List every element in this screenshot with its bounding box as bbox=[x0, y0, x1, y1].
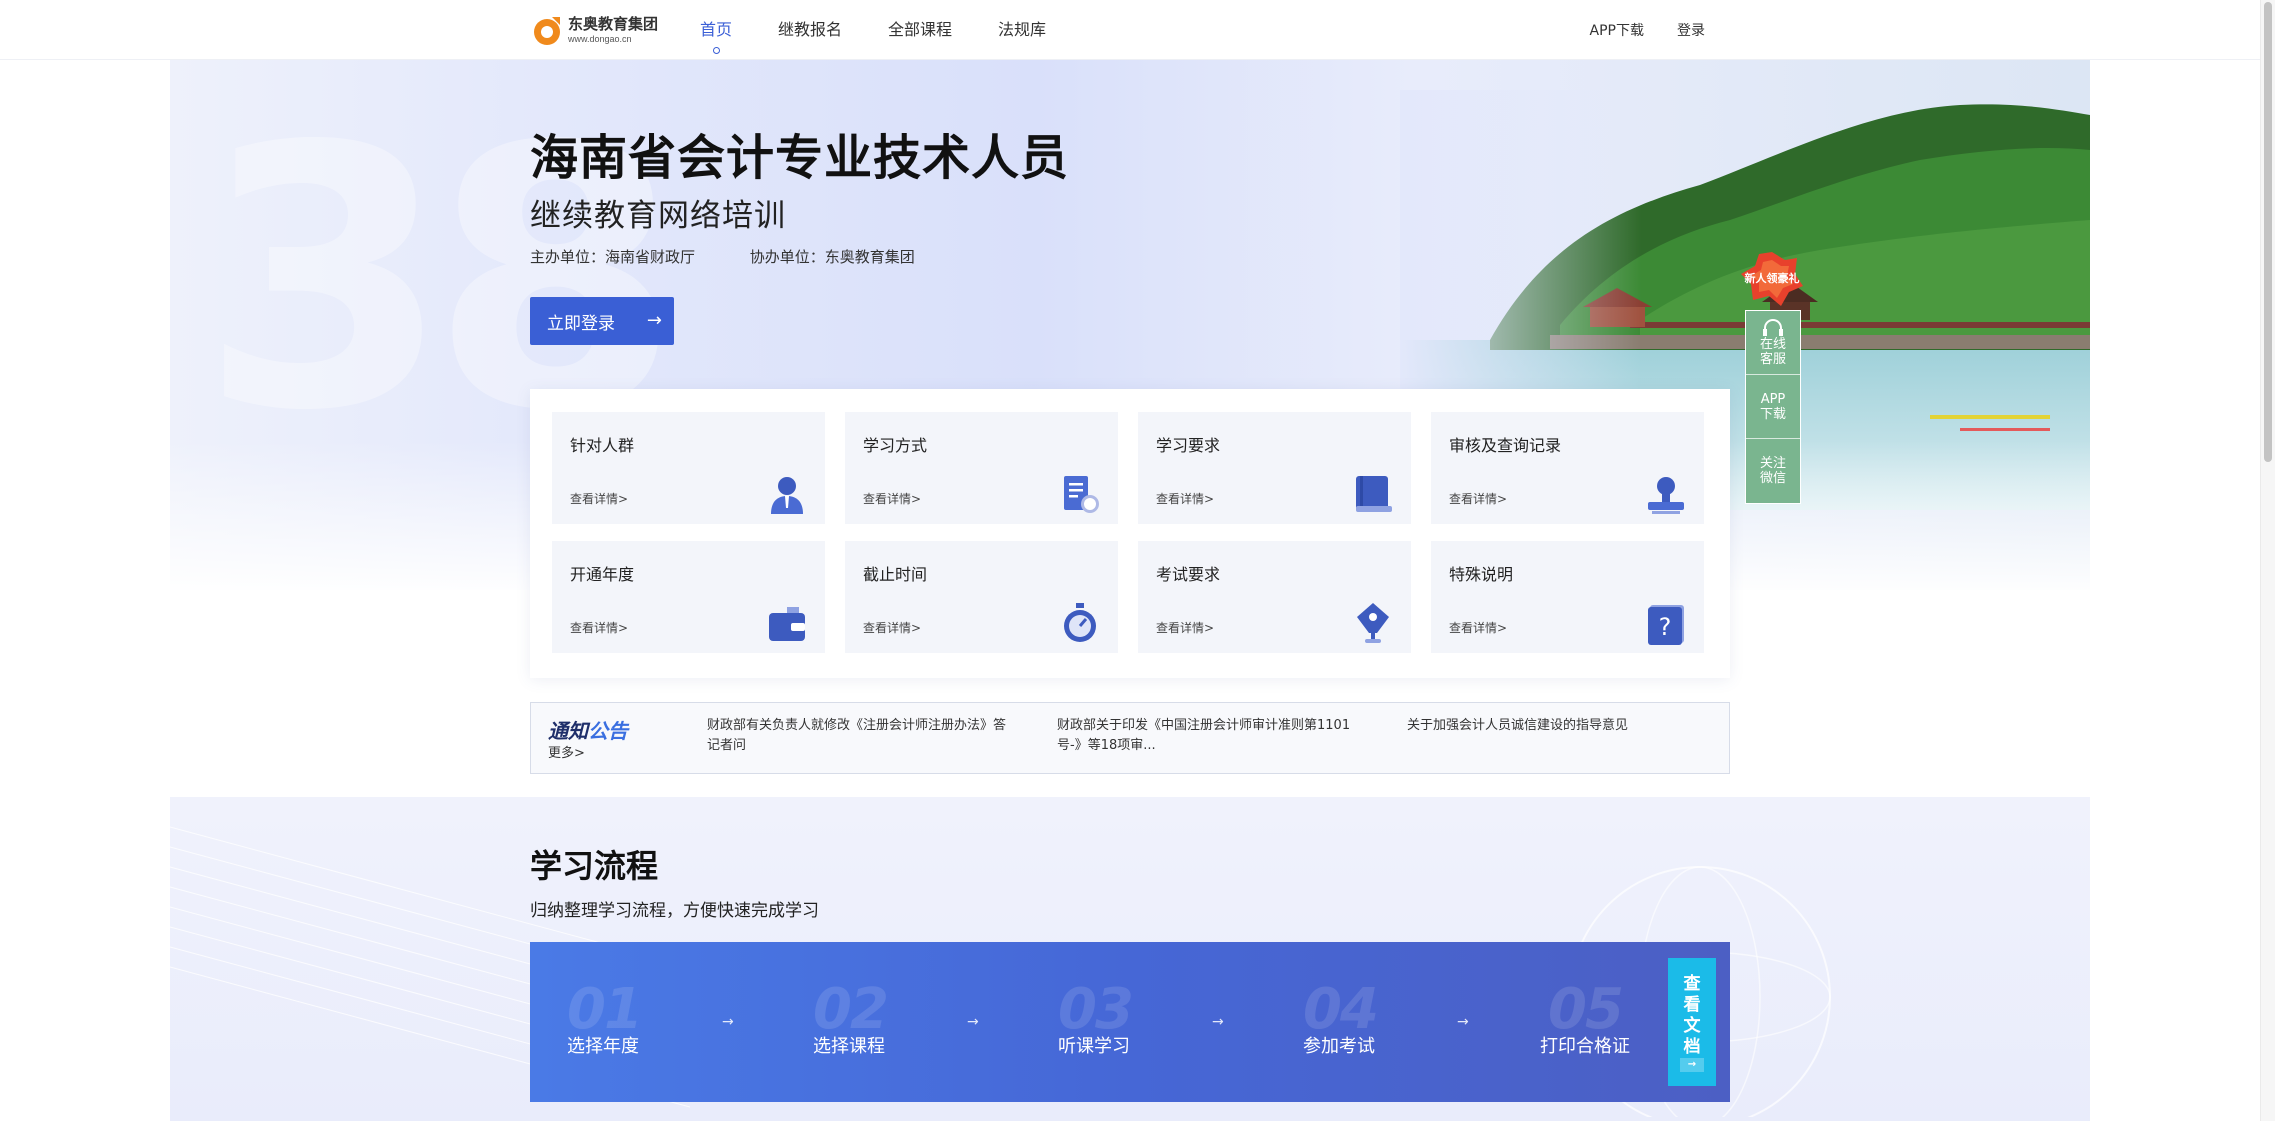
svg-text:?: ? bbox=[1659, 613, 1672, 641]
question-icon: ? bbox=[1648, 605, 1684, 645]
notice-bar: 通知公告 更多> 财政部有关负责人就修改《注册会计师注册办法》答记者问 财政部关… bbox=[530, 702, 1730, 774]
arrow-right-icon: → bbox=[646, 310, 662, 331]
learning-process-section: 学习流程 归纳整理学习流程，方便快速完成学习 01 选择年度 → 02 选择课程… bbox=[170, 797, 2090, 1121]
follow-wechat-button[interactable]: 关注 微信 bbox=[1746, 439, 1800, 503]
view-details-link[interactable]: 查看详情> bbox=[1156, 490, 1214, 507]
logo-url: www.dongao.cn bbox=[568, 33, 632, 44]
document-fee-icon bbox=[1064, 476, 1099, 513]
login-link[interactable]: 登录 bbox=[1677, 20, 1705, 40]
view-details-link[interactable]: 查看详情> bbox=[1449, 619, 1507, 636]
wallet-icon bbox=[769, 607, 805, 641]
headset-icon bbox=[1763, 318, 1783, 336]
tile-open-year[interactable]: 开通年度 查看详情> bbox=[552, 541, 825, 653]
step-select-course: 02 选择课程 bbox=[813, 977, 889, 1057]
gift-label: 新人领豪礼 bbox=[1745, 271, 1800, 285]
step-attend-class: 03 听课学习 bbox=[1058, 977, 1134, 1057]
stamp-icon bbox=[1648, 477, 1684, 514]
view-details-link[interactable]: 查看详情> bbox=[1156, 619, 1214, 636]
step-arrow-icon: → bbox=[722, 1014, 734, 1030]
person-group-icon bbox=[771, 477, 803, 514]
login-now-button[interactable]: 立即登录 → bbox=[530, 297, 674, 345]
cohost-org: 协办单位：东奥教育集团 bbox=[749, 248, 915, 266]
top-navbar: 东奥教育集团 www.dongao.cn 首页 继教报名 全部课程 法规库 AP… bbox=[0, 0, 2260, 60]
tile-target-audience[interactable]: 针对人群 查看详情> bbox=[552, 412, 825, 524]
notice-more-link[interactable]: 更多> bbox=[548, 742, 585, 761]
step-select-year: 01 选择年度 bbox=[567, 977, 643, 1057]
view-details-link[interactable]: 查看详情> bbox=[863, 619, 921, 636]
hero-title: 海南省会计专业技术人员 bbox=[530, 130, 1070, 186]
app-download-button[interactable]: APP 下载 bbox=[1746, 375, 1800, 439]
nav-regulations[interactable]: 法规库 bbox=[998, 0, 1046, 60]
process-steps-banner: 01 选择年度 → 02 选择课程 → 03 听课学习 → 04 参加考试 → … bbox=[530, 942, 1730, 1102]
step-arrow-icon: → bbox=[1212, 1014, 1224, 1030]
host-org: 主办单位：海南省财政厅 bbox=[530, 248, 696, 266]
step-take-exam: 04 参加考试 bbox=[1303, 977, 1379, 1057]
notice-item[interactable]: 关于加强会计人员诚信建设的指导意见 bbox=[1407, 716, 1707, 736]
step-arrow-icon: → bbox=[1457, 1014, 1469, 1030]
view-details-link[interactable]: 查看详情> bbox=[1449, 490, 1507, 507]
notice-item[interactable]: 财政部有关负责人就修改《注册会计师注册办法》答记者问 bbox=[707, 716, 1007, 756]
book-icon bbox=[1356, 476, 1392, 512]
tile-special-notes[interactable]: 特殊说明 查看详情> ? bbox=[1431, 541, 1704, 653]
stopwatch-icon bbox=[1064, 603, 1096, 642]
process-title: 学习流程 bbox=[530, 847, 659, 885]
new-user-gift-badge[interactable]: 新人领豪礼 bbox=[1737, 248, 1807, 310]
view-details-link[interactable]: 查看详情> bbox=[863, 490, 921, 507]
view-details-link[interactable]: 查看详情> bbox=[570, 619, 628, 636]
dongao-logo[interactable]: 东奥教育集团 www.dongao.cn bbox=[530, 12, 660, 48]
logo-name: 东奥教育集团 bbox=[568, 14, 659, 33]
pen-nib-icon bbox=[1357, 603, 1389, 643]
page-scrollbar[interactable] bbox=[2260, 0, 2275, 1121]
active-dot-icon bbox=[713, 47, 720, 54]
tile-study-requirements[interactable]: 学习要求 查看详情> bbox=[1138, 412, 1411, 524]
scrollbar-thumb[interactable] bbox=[2264, 2, 2272, 462]
notice-item[interactable]: 财政部关于印发《中国注册会计师审计准则第1101号-》等18项审... bbox=[1057, 716, 1357, 756]
view-details-link[interactable]: 查看详情> bbox=[570, 490, 628, 507]
main-nav: 首页 继教报名 全部课程 法规库 bbox=[700, 0, 1092, 60]
nav-courses[interactable]: 全部课程 bbox=[888, 0, 952, 60]
hero-organizers: 主办单位：海南省财政厅 协办单位：东奥教育集团 bbox=[530, 246, 915, 267]
tile-exam-requirements[interactable]: 考试要求 查看详情> bbox=[1138, 541, 1411, 653]
tile-study-method[interactable]: 学习方式 查看详情> bbox=[845, 412, 1118, 524]
online-service-button[interactable]: 在线 客服 bbox=[1746, 311, 1800, 375]
app-download-link[interactable]: APP下载 bbox=[1590, 20, 1644, 40]
notice-logo: 通知公告 bbox=[548, 719, 628, 743]
view-document-button[interactable]: 查看文档 → bbox=[1668, 958, 1716, 1086]
nav-enroll[interactable]: 继教报名 bbox=[778, 0, 842, 60]
tile-deadline[interactable]: 截止时间 查看详情> bbox=[845, 541, 1118, 653]
info-tiles-card: 针对人群 查看详情> 学习方式 查看详情> 学习要求 查看详情> 审核及查询记录 bbox=[530, 389, 1730, 678]
process-subtitle: 归纳整理学习流程，方便快速完成学习 bbox=[530, 901, 819, 921]
tile-audit-records[interactable]: 审核及查询记录 查看详情> bbox=[1431, 412, 1704, 524]
nav-home[interactable]: 首页 bbox=[700, 0, 732, 60]
step-arrow-icon: → bbox=[967, 1014, 979, 1030]
logo-mark-icon bbox=[530, 13, 564, 47]
hero-subtitle: 继续教育网络培训 bbox=[530, 198, 786, 234]
arrow-right-icon: → bbox=[1680, 1058, 1704, 1072]
floating-side-widget: 新人领豪礼 在线 客服 APP 下载 关注 微信 bbox=[1741, 248, 1803, 504]
